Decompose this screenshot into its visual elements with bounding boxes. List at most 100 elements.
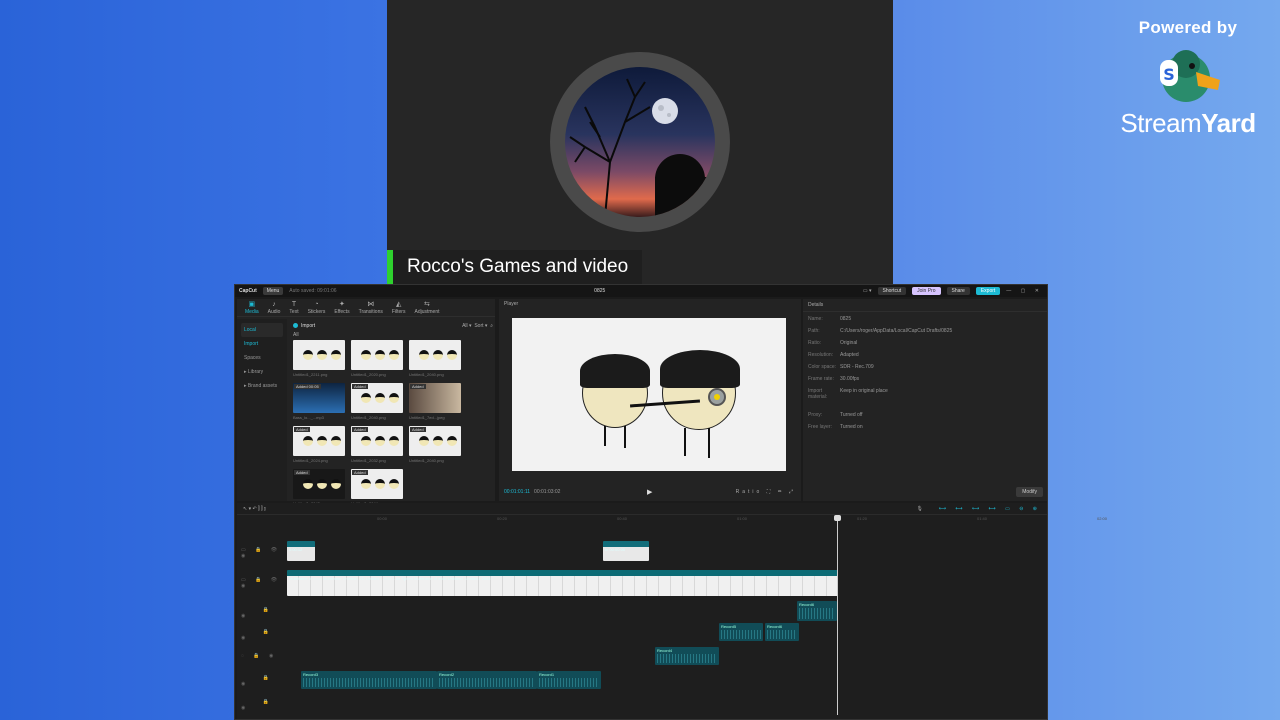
import-button[interactable]: Import: [293, 323, 315, 329]
tool-audio[interactable]: ♪ Audio: [267, 301, 281, 315]
player-canvas[interactable]: [512, 318, 786, 471]
character-mini: [375, 350, 385, 360]
details-key: Free layer:: [808, 424, 832, 430]
sidebar-item-spaces[interactable]: Spaces: [241, 351, 283, 365]
playhead[interactable]: [834, 515, 841, 715]
waveform: [303, 678, 435, 687]
sidebar-item-library[interactable]: ▸ Library: [241, 365, 283, 379]
added-badge: Added: [352, 427, 368, 432]
timeline-ruler[interactable]: 00:00 00:20 00:40 01:00 01:20 01:40 02:00: [287, 516, 1107, 524]
media-thumb[interactable]: Untitled1_2020.png: [351, 340, 403, 377]
mic-icon[interactable]: 🎙: [917, 506, 923, 512]
tool-label: Stickers: [307, 309, 326, 315]
tool-text[interactable]: T Text: [289, 301, 299, 315]
character-mini: [361, 350, 371, 360]
tool-label: Text: [289, 309, 299, 315]
thumb-caption: Untitled1_2211.png: [293, 372, 328, 377]
ruler-tick: 00:40: [617, 516, 628, 521]
track-head-text: ▭ 🔒 👁 ◉: [241, 547, 282, 559]
modify-button[interactable]: Modify: [1016, 487, 1043, 497]
menu-button[interactable]: Menu: [262, 287, 284, 295]
details-gap: [803, 402, 1047, 408]
thumb-caption: Untitled1_2024.png: [293, 458, 328, 463]
sort-dropdown[interactable]: Sort ▾: [474, 323, 487, 329]
character-mini: [361, 479, 371, 489]
audio-clip[interactable]: Record1: [537, 671, 601, 689]
text-clip[interactable]: In 00:00:00: [603, 541, 649, 561]
powered-by-label: Powered by: [1138, 18, 1238, 37]
leg: [604, 426, 606, 446]
audio-clip[interactable]: Record3: [301, 671, 437, 689]
tool-media[interactable]: ▣ Media: [245, 301, 259, 315]
waveform: [539, 678, 599, 687]
sidebar-item-import[interactable]: Import: [241, 337, 283, 351]
details-row: Resolution: Adapted: [803, 350, 1047, 360]
added-badge: Added: [294, 427, 310, 432]
tool-label: Audio: [267, 309, 281, 315]
character-mini: [389, 350, 399, 360]
layout-button[interactable]: ▭ ▾: [863, 288, 872, 294]
clip-label: 0:00:12: [289, 547, 303, 552]
tool-stickers[interactable]: ◔ Stickers: [307, 301, 326, 315]
audio-clip[interactable]: Record2: [437, 671, 537, 689]
main-video-track[interactable]: Multiframe of ecco Multiframe Untitled1 …: [287, 570, 838, 596]
fullscreen-icon[interactable]: ⛶ ▭ ⤢: [767, 489, 796, 495]
timeline-view-tools[interactable]: ⟷ ⟷ ⟷ ⟷ ▭ ⊖ ⊕: [939, 506, 1041, 512]
media-thumb[interactable]: AddedUntitled1_2044.png: [351, 469, 403, 506]
thumb-caption: Untitled1_7ed...jpeg: [409, 415, 445, 420]
thumb-caption: Untitled1_2040.png: [351, 415, 386, 420]
all-label: All: [293, 332, 299, 338]
play-icon[interactable]: ▶: [647, 488, 652, 496]
character-mini: [389, 436, 399, 446]
media-filters: All ▾ Sort ▾ ⌕: [462, 323, 493, 329]
details-row: Proxy: Turned off: [803, 410, 1047, 420]
waveform: [439, 678, 535, 687]
export-button[interactable]: Export: [975, 287, 1001, 295]
audio-clip[interactable]: Record6: [765, 623, 799, 641]
eye-patch: [708, 388, 726, 406]
join-pro-button[interactable]: Join Pro: [912, 287, 941, 295]
sidebar-item-local[interactable]: Local: [241, 323, 283, 337]
media-thumb[interactable]: Added Untitled1_2040.png: [351, 383, 403, 420]
timeline-panel: ↖ ▾ ↶ ⫿ ⫿ ⫾ 🎙 ⟷ ⟷ ⟷ ⟷ ▭ ⊖ ⊕ 00:00 00:20 00…: [237, 503, 1107, 719]
character-mini: [447, 350, 457, 360]
details-value: Original: [840, 340, 858, 346]
tool-adjustment[interactable]: ⇆ Adjustment: [414, 301, 439, 315]
timeline-toolbar: ↖ ▾ ↶ ⫿ ⫿ ⫾ 🎙 ⟷ ⟷ ⟷ ⟷ ▭ ⊖ ⊕: [237, 503, 1047, 515]
text-clip[interactable]: 0:00:12: [287, 541, 315, 561]
audio-icon: ♪: [272, 301, 276, 308]
ruler-tick: 00:00: [377, 516, 388, 521]
ruler-tick: 02:00: [1097, 516, 1108, 521]
character-mini: [317, 436, 327, 446]
tool-filters[interactable]: ◭ Filters: [392, 301, 406, 315]
media-thumb[interactable]: Untitled1_2040.png: [409, 340, 461, 377]
details-value: C:/Users/roger/AppData/Local/CapCut Draf…: [840, 328, 953, 334]
sidebar-item-brand-assets[interactable]: ▸ Brand assets: [241, 379, 283, 393]
shortcut-button[interactable]: Shortcut: [877, 287, 907, 295]
audio-clip[interactable]: Record6: [797, 601, 837, 621]
media-thumb[interactable]: Added 00:05 Bass_lo..._...mp3: [293, 383, 345, 420]
tool-effects[interactable]: ✦ Effects: [334, 301, 349, 315]
media-thumb[interactable]: Added Untitled1_2032.png: [351, 426, 403, 463]
timeline-edit-tools[interactable]: ↖ ▾ ↶ ⫿ ⫿ ⫾: [243, 506, 266, 512]
track-head-main: ▭ 🔒 👁 ◉: [241, 577, 282, 589]
media-thumb[interactable]: Added Untitled1_2024.png: [293, 426, 345, 463]
waveform: [799, 608, 835, 619]
audio-clip[interactable]: Record5: [719, 623, 763, 641]
media-thumb[interactable]: AddedUntitled1_2043.png: [293, 469, 345, 506]
audio-clip[interactable]: Record4: [655, 647, 719, 665]
media-thumb[interactable]: Added Untitled1_7ed...jpeg: [409, 383, 461, 420]
media-thumb[interactable]: Added Untitled1_2040.png: [409, 426, 461, 463]
thumb-list: Untitled1_2211.png Untitled1_2020.png Unti…: [293, 340, 493, 506]
media-thumb[interactable]: Untitled1_2211.png: [293, 340, 345, 377]
window-controls[interactable]: — ▢ ✕: [1006, 288, 1043, 294]
filter-dropdown[interactable]: All ▾: [462, 323, 471, 329]
sticker-icon: ◔: [314, 301, 319, 308]
search-icon[interactable]: ⌕: [490, 323, 493, 329]
media-grid-header: Import All ▾ Sort ▾ ⌕: [293, 323, 493, 329]
tool-transitions[interactable]: ⋈ Transitions: [359, 301, 383, 315]
thumb-image: Added: [409, 383, 461, 413]
thumb-caption: Untitled1_2032.png: [351, 458, 386, 463]
ratio-button[interactable]: Ratio: [736, 489, 763, 495]
share-button[interactable]: Share: [946, 287, 970, 295]
